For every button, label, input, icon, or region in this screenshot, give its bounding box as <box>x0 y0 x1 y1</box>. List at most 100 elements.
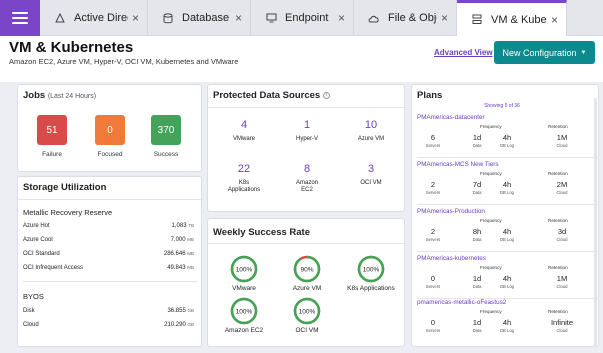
plans-card: Plans Showing 5 of 36 PMAmericas-datacen… <box>411 84 599 347</box>
divider <box>208 107 406 108</box>
ring-percent: 100% <box>363 267 380 274</box>
storage-row-value: 210.290 <box>164 322 186 328</box>
failure-count-tile[interactable]: 51 <box>37 115 67 145</box>
servers-label: Servers <box>425 143 441 148</box>
success-count-tile[interactable]: 370 <box>151 115 181 145</box>
retention-header: Retention <box>548 309 568 314</box>
plan-db-log: 4h <box>502 133 512 142</box>
plan-db-log: 4h <box>502 318 512 327</box>
storage-row-unit: MB <box>187 237 194 242</box>
hyperv-count[interactable]: 1 <box>282 119 332 131</box>
oci-vm-ring-label: OCI VM <box>295 327 319 334</box>
tab-label: Active Directory <box>74 12 128 24</box>
caret-down-icon: ▼ <box>580 49 587 56</box>
storage-title: Storage Utilization <box>23 182 107 193</box>
storage-row-value: 7.000 <box>170 237 186 243</box>
jobs-title-text: Jobs <box>23 90 46 101</box>
tab-endpoint[interactable]: Endpoint × <box>251 0 354 36</box>
plan-item[interactable]: PMAmericas-datacenter Frequency Retentio… <box>417 114 599 158</box>
k8s-applications-count[interactable]: 22 <box>219 163 269 175</box>
plan-db-log: 4h <box>502 274 512 283</box>
plan-servers: 0 <box>430 274 436 283</box>
plan-servers: 0 <box>430 318 436 327</box>
plan-item[interactable]: pmamericas-metallic-oFeastus2 Frequency … <box>417 299 599 343</box>
ring-percent: 100% <box>299 309 316 316</box>
jobs-period: (Last 24 Hours) <box>47 93 97 100</box>
retention-header: Retention <box>548 171 568 176</box>
k8s-applications-label: K8s Applications <box>227 180 261 193</box>
plan-item[interactable]: PMAmericas-Production Frequency Retentio… <box>417 208 599 252</box>
plans-showing-count: Showing 5 of 36 <box>484 103 520 109</box>
storage-row-unit: MB <box>187 251 194 256</box>
info-icon[interactable]: i <box>322 91 330 99</box>
plan-item[interactable]: PMAmericas-MCS New Tiers Frequency Reten… <box>417 161 599 205</box>
storage-row-label: Disk <box>23 308 35 314</box>
db-log-label: DB Log <box>500 190 514 195</box>
storage-row-value: 286.646 <box>163 251 186 257</box>
plan-name-link[interactable]: pmamericas-metallic-oFeastus2 <box>417 299 506 306</box>
oci-vm-count[interactable]: 3 <box>346 163 396 175</box>
oci-vm-label: OCI VM <box>360 180 382 186</box>
tab-active-directory[interactable]: Active Directory × <box>40 0 148 36</box>
plan-data: 1d <box>472 318 482 327</box>
cloud-label: Cloud <box>556 328 568 333</box>
vmware-ring-label: VMware <box>232 285 256 292</box>
page-title: VM & Kubernetes <box>9 39 134 56</box>
db-log-label: DB Log <box>500 237 514 242</box>
cloud-icon <box>368 14 380 23</box>
advanced-view-link[interactable]: Advanced View <box>434 48 493 57</box>
plan-name-link[interactable]: PMAmericas-datacenter <box>417 114 485 121</box>
servers-label: Servers <box>425 284 441 289</box>
azure-vm-label: Azure VM <box>357 136 385 142</box>
tab-file-object[interactable]: File & Object × <box>354 0 457 36</box>
amazon-ec2-count[interactable]: 8 <box>282 163 332 175</box>
k8s-ring-label: K8s Applications <box>347 285 395 292</box>
menu-icon[interactable] <box>0 0 40 36</box>
plan-name-link[interactable]: PMAmericas-MCS New Tiers <box>417 161 499 168</box>
cloud-label: Cloud <box>556 284 568 289</box>
frequency-header: Frequency <box>480 171 502 176</box>
close-icon[interactable]: × <box>132 11 139 25</box>
page-subtitle: Amazon EC2, Azure VM, Hyper-V, OCI VM, K… <box>9 57 239 66</box>
close-icon[interactable]: × <box>338 11 345 25</box>
tab-vm-kubernetes[interactable]: VM & Kubernetes × <box>457 0 567 36</box>
plan-data: 7d <box>472 180 482 189</box>
storage-row-unit: MB <box>187 265 194 270</box>
weekly-title: Weekly Success Rate <box>213 227 310 238</box>
ring-percent: 100% <box>236 267 253 274</box>
triangle-icon <box>54 13 66 23</box>
page-header: VM & Kubernetes Amazon EC2, Azure VM, Hy… <box>0 36 603 82</box>
tab-label: Endpoint <box>285 12 329 24</box>
focused-count-tile[interactable]: 0 <box>95 115 125 145</box>
vmware-success-ring[interactable]: 100% <box>230 255 258 283</box>
plan-db-log: 4h <box>502 180 512 189</box>
retention-header: Retention <box>548 265 568 270</box>
jobs-title: Jobs (Last 24 Hours) <box>23 90 96 101</box>
plan-cloud: 3d <box>557 227 567 236</box>
tab-database[interactable]: Database × <box>148 0 251 36</box>
divider <box>23 281 198 282</box>
storage-row-label: OCI Standard <box>23 251 60 257</box>
close-icon[interactable]: × <box>441 11 448 25</box>
storage-row: OCI Infrequent Access 49.843 MB <box>23 265 194 271</box>
storage-section-title: Metallic Recovery Reserve <box>23 208 113 217</box>
tab-label: File & Object <box>388 12 437 24</box>
storage-row-unit: TB <box>188 223 194 228</box>
azure-vm-ring-label: Azure VM <box>292 285 322 292</box>
azure-vm-success-ring[interactable]: 90% <box>293 255 321 283</box>
plan-cloud: Infinite <box>550 318 574 327</box>
azure-vm-count[interactable]: 10 <box>346 119 396 131</box>
k8s-success-ring[interactable]: 100% <box>357 255 385 283</box>
close-icon[interactable]: × <box>551 13 558 27</box>
plans-scrollbar[interactable] <box>594 98 597 347</box>
oci-vm-success-ring[interactable]: 100% <box>293 297 321 325</box>
cloud-label: Cloud <box>556 143 568 148</box>
new-configuration-button[interactable]: New Configuration ▼ <box>494 41 595 64</box>
plan-name-link[interactable]: PMAmericas-Production <box>417 208 485 215</box>
close-icon[interactable]: × <box>235 11 242 25</box>
data-label: Data <box>472 190 482 195</box>
amazon-ec2-success-ring[interactable]: 100% <box>230 297 258 325</box>
plan-item[interactable]: PMAmericas-kubernetes Frequency Retentio… <box>417 255 599 299</box>
plan-name-link[interactable]: PMAmericas-kubernetes <box>417 255 486 262</box>
vmware-count[interactable]: 4 <box>219 119 269 131</box>
